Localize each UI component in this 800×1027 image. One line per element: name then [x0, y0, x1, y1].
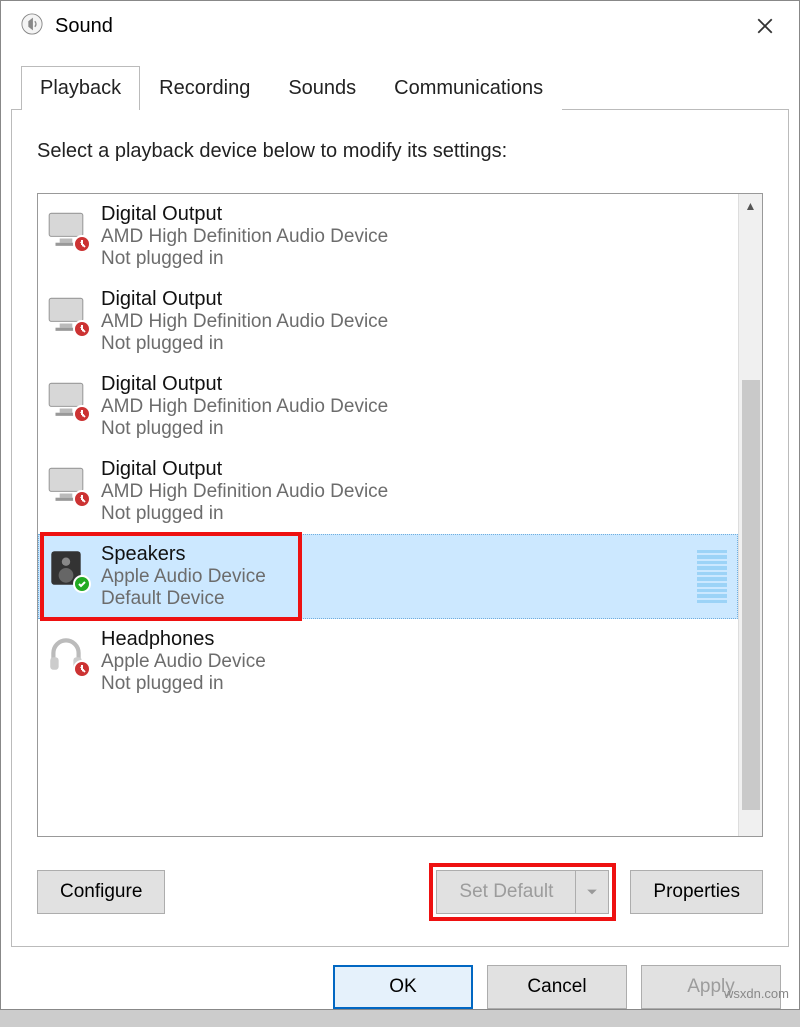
unplugged-badge-icon	[73, 660, 91, 678]
instruction-text: Select a playback device below to modify…	[37, 140, 763, 163]
device-desc: AMD High Definition Audio Device	[101, 481, 388, 503]
sound-dialog: Sound PlaybackRecordingSoundsCommunicati…	[0, 0, 800, 1010]
device-text: SpeakersApple Audio DeviceDefault Device	[101, 543, 266, 610]
unplugged-badge-icon	[73, 320, 91, 338]
watermark: wsxdn.com	[724, 986, 789, 1001]
device-text: Digital OutputAMD High Definition Audio …	[101, 203, 388, 270]
properties-button[interactable]: Properties	[630, 870, 763, 914]
device-name: Digital Output	[101, 373, 388, 396]
device-text: Digital OutputAMD High Definition Audio …	[101, 288, 388, 355]
level-meter	[695, 548, 729, 606]
speaker-icon	[45, 547, 87, 589]
device-desc: Apple Audio Device	[101, 651, 266, 673]
tab-recording[interactable]: Recording	[140, 66, 269, 110]
device-item[interactable]: SpeakersApple Audio DeviceDefault Device	[38, 534, 738, 619]
device-name: Headphones	[101, 628, 266, 651]
set-default-dropdown[interactable]	[575, 870, 609, 914]
monitor-icon	[45, 377, 87, 419]
configure-button[interactable]: Configure	[37, 870, 165, 914]
window-title: Sound	[55, 15, 113, 38]
monitor-icon	[45, 462, 87, 504]
scrollbar[interactable]: ▲	[738, 194, 762, 836]
tab-playback-content: Select a playback device below to modify…	[11, 110, 789, 947]
device-status: Not plugged in	[101, 418, 388, 440]
tab-communications[interactable]: Communications	[375, 66, 562, 110]
headphones-icon	[45, 632, 87, 674]
device-text: HeadphonesApple Audio DeviceNot plugged …	[101, 628, 266, 695]
device-item[interactable]: Digital OutputAMD High Definition Audio …	[38, 364, 738, 449]
monitor-icon	[45, 207, 87, 249]
scroll-up-icon[interactable]: ▲	[739, 194, 762, 218]
tab-strip: PlaybackRecordingSoundsCommunications	[11, 65, 789, 110]
sound-icon	[21, 13, 43, 40]
default-badge-icon	[73, 575, 91, 593]
ok-button[interactable]: OK	[333, 965, 473, 1009]
monitor-icon	[45, 292, 87, 334]
dialog-buttons: OK Cancel Apply	[1, 947, 799, 1027]
set-default-button[interactable]: Set Default	[436, 870, 609, 914]
device-text: Digital OutputAMD High Definition Audio …	[101, 458, 388, 525]
device-status: Default Device	[101, 588, 266, 610]
close-button[interactable]	[745, 6, 785, 46]
scroll-thumb[interactable]	[742, 380, 760, 810]
device-name: Digital Output	[101, 288, 388, 311]
device-status: Not plugged in	[101, 248, 388, 270]
device-list: Digital OutputAMD High Definition Audio …	[37, 193, 763, 837]
device-item[interactable]: Digital OutputAMD High Definition Audio …	[38, 449, 738, 534]
config-button-row: Configure Set Default Properties	[37, 863, 763, 921]
device-text: Digital OutputAMD High Definition Audio …	[101, 373, 388, 440]
tab-sounds[interactable]: Sounds	[269, 66, 375, 110]
device-item[interactable]: Digital OutputAMD High Definition Audio …	[38, 279, 738, 364]
unplugged-badge-icon	[73, 405, 91, 423]
dialog-body: PlaybackRecordingSoundsCommunications Se…	[1, 51, 799, 947]
device-status: Not plugged in	[101, 333, 388, 355]
device-desc: AMD High Definition Audio Device	[101, 226, 388, 248]
set-default-highlight: Set Default	[429, 863, 616, 921]
device-item[interactable]: HeadphonesApple Audio DeviceNot plugged …	[38, 619, 738, 704]
titlebar: Sound	[1, 1, 799, 51]
device-desc: AMD High Definition Audio Device	[101, 396, 388, 418]
device-name: Digital Output	[101, 458, 388, 481]
unplugged-badge-icon	[73, 235, 91, 253]
device-items: Digital OutputAMD High Definition Audio …	[38, 194, 738, 836]
device-item[interactable]: Digital OutputAMD High Definition Audio …	[38, 194, 738, 279]
device-desc: AMD High Definition Audio Device	[101, 311, 388, 333]
tab-playback[interactable]: Playback	[21, 66, 140, 110]
unplugged-badge-icon	[73, 490, 91, 508]
device-status: Not plugged in	[101, 673, 266, 695]
device-status: Not plugged in	[101, 503, 388, 525]
cancel-button[interactable]: Cancel	[487, 965, 627, 1009]
device-name: Speakers	[101, 543, 266, 566]
set-default-label[interactable]: Set Default	[436, 870, 575, 914]
device-name: Digital Output	[101, 203, 388, 226]
device-desc: Apple Audio Device	[101, 566, 266, 588]
